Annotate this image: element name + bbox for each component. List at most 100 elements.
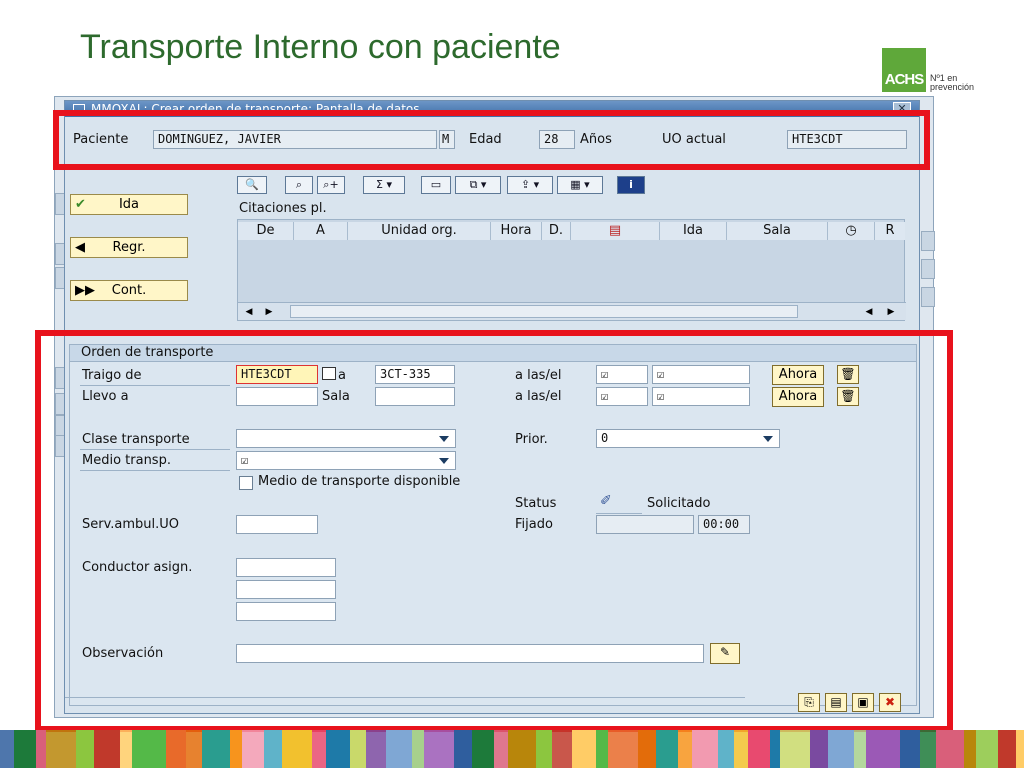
clock-icon: ◷ xyxy=(845,223,857,238)
col-r[interactable]: R xyxy=(875,222,905,240)
scroll-thumb[interactable] xyxy=(290,305,798,318)
scroll-left-icon[interactable]: ◀ xyxy=(242,306,256,318)
scroll-left-end-icon[interactable]: ◀ xyxy=(862,306,876,318)
stripe xyxy=(412,730,424,768)
stripe xyxy=(14,730,36,768)
grid-icon: ▦ ▾ xyxy=(570,178,590,191)
stripe xyxy=(608,730,638,768)
stripe xyxy=(998,730,1016,768)
stripe xyxy=(76,730,94,768)
info-button[interactable]: i xyxy=(617,176,645,194)
stripe xyxy=(132,730,166,768)
stripe xyxy=(866,730,900,768)
highlight-patient-bar xyxy=(53,110,930,170)
stripe xyxy=(770,730,780,768)
stripe xyxy=(976,730,998,768)
stripe xyxy=(36,730,46,768)
col-ida[interactable]: Ida xyxy=(660,222,727,240)
background-fragment xyxy=(921,259,935,279)
check-icon: ✔ xyxy=(75,197,86,212)
stripe xyxy=(718,730,734,768)
stripe xyxy=(242,730,264,768)
stripe xyxy=(692,730,718,768)
layout-button[interactable]: ▦ ▾ xyxy=(557,176,603,194)
stripe xyxy=(472,730,494,768)
scroll-right-icon[interactable]: ▶ xyxy=(262,306,276,318)
citaciones-title: Citaciones pl. xyxy=(239,201,327,216)
decorative-stripe-bar xyxy=(0,730,1024,768)
stripe xyxy=(230,730,242,768)
stripe xyxy=(366,730,386,768)
highlight-order-section xyxy=(35,330,953,732)
horizontal-scrollbar[interactable]: ◀ ▶ ◀ ▶ xyxy=(238,302,906,320)
stripe xyxy=(1016,730,1024,768)
achs-logo: ACHS Nº1 en prevención xyxy=(882,46,975,96)
stripe xyxy=(202,730,230,768)
stripe xyxy=(678,730,692,768)
citaciones-table: De A Unidad org. Hora D. ▤ Ida Sala ◷ R … xyxy=(237,219,906,321)
stripe xyxy=(900,730,920,768)
col-unidad-org[interactable]: Unidad org. xyxy=(348,222,491,240)
stripe xyxy=(494,730,508,768)
stripe xyxy=(350,730,366,768)
stripe xyxy=(94,730,120,768)
stripe xyxy=(572,730,596,768)
detail-button[interactable]: 🔍 xyxy=(237,176,267,194)
ida-button[interactable]: ✔ Ida xyxy=(70,194,188,215)
col-d[interactable]: D. xyxy=(542,222,571,240)
export-icon: ⇪ ▾ xyxy=(520,178,540,191)
stripe xyxy=(454,730,472,768)
calendar-icon: ▤ xyxy=(608,223,622,238)
stripe xyxy=(854,730,866,768)
stripe xyxy=(424,730,454,768)
stripe xyxy=(920,730,936,768)
stripe xyxy=(596,730,608,768)
stripe xyxy=(508,730,536,768)
slide-title: Transporte Interno con paciente xyxy=(80,28,561,66)
stripe xyxy=(326,730,350,768)
stripe xyxy=(748,730,770,768)
stripe xyxy=(0,730,14,768)
stripe xyxy=(828,730,854,768)
col-calendar[interactable]: ▤ xyxy=(571,222,660,240)
binoculars-plus-icon: ⌕+ xyxy=(323,178,339,191)
stripe xyxy=(964,730,976,768)
logo-tagline: Nº1 en prevención xyxy=(930,73,975,92)
find-next-button[interactable]: ⌕+ xyxy=(317,176,345,194)
print-icon: ▭ xyxy=(430,178,442,191)
col-hora[interactable]: Hora xyxy=(491,222,542,240)
col-de[interactable]: De xyxy=(238,222,294,240)
stripe xyxy=(552,730,572,768)
magnifier-icon: 🔍 xyxy=(245,178,259,191)
col-a[interactable]: A xyxy=(294,222,348,240)
export-button[interactable]: ⇪ ▾ xyxy=(507,176,553,194)
print-button[interactable]: ▭ xyxy=(421,176,451,194)
info-icon: i xyxy=(629,178,633,191)
views-button[interactable]: ⧉ ▾ xyxy=(455,176,501,194)
binoculars-icon: ⌕ xyxy=(295,178,303,191)
background-fragment xyxy=(921,231,935,251)
stripe xyxy=(120,730,132,768)
stripe xyxy=(46,730,76,768)
back-icon: ◀ xyxy=(75,240,85,255)
stripe xyxy=(282,730,312,768)
col-clock[interactable]: ◷ xyxy=(828,222,875,240)
scroll-right-end-icon[interactable]: ▶ xyxy=(884,306,898,318)
cont-button[interactable]: ▶▶ Cont. xyxy=(70,280,188,301)
stripe xyxy=(386,730,412,768)
sum-button[interactable]: Σ ▾ xyxy=(363,176,405,194)
col-sala[interactable]: Sala xyxy=(727,222,828,240)
forward-icon: ▶▶ xyxy=(75,283,95,298)
stripe xyxy=(656,730,678,768)
stripe xyxy=(780,730,810,768)
stripe xyxy=(536,730,552,768)
stripe xyxy=(810,730,828,768)
stripe xyxy=(186,730,202,768)
find-button[interactable]: ⌕ xyxy=(285,176,313,194)
views-icon: ⧉ ▾ xyxy=(469,178,487,191)
regr-button[interactable]: ◀ Regr. xyxy=(70,237,188,258)
background-fragment xyxy=(921,287,935,307)
logo-mark: ACHS xyxy=(882,48,926,92)
stripe xyxy=(638,730,656,768)
sum-icon: Σ ▾ xyxy=(376,178,392,191)
